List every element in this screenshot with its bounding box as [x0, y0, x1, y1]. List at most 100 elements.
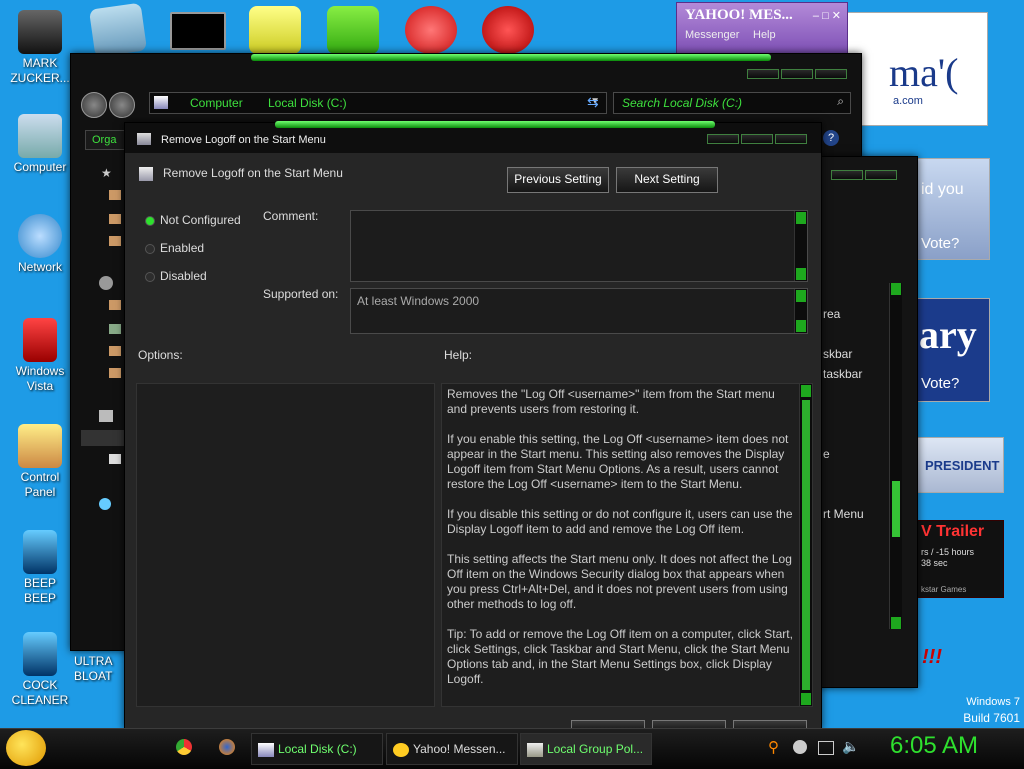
tray-search-icon[interactable]: ⚲	[768, 738, 779, 756]
network-icon	[99, 498, 111, 510]
hillary-ad[interactable]: ary Vote?	[914, 298, 990, 402]
options-panel	[136, 383, 435, 707]
scroll-down-arrow[interactable]	[796, 268, 806, 280]
desktop-icon-control-panel[interactable]: Control Panel	[0, 424, 80, 500]
radio-enabled[interactable]: Enabled	[145, 241, 204, 255]
radio-disabled[interactable]: Disabled	[145, 269, 207, 283]
radio-not-configured[interactable]: Not Configured	[145, 213, 241, 227]
supported-scrollbar[interactable]	[794, 289, 807, 333]
organize-button[interactable]: Orga	[85, 130, 129, 150]
scroll-thumb[interactable]	[802, 400, 810, 690]
obama-ad[interactable]: ma'( a.com	[846, 12, 988, 126]
close-button[interactable]	[865, 170, 897, 180]
bg-dialog-text: taskbar	[823, 367, 863, 381]
ad-text: kstar Games	[921, 585, 967, 594]
help-icon[interactable]: ?	[823, 130, 839, 146]
desktop-icon-label: MARK ZUCKER...	[10, 56, 70, 85]
taskbar-item-local-disk[interactable]: Local Disk (C:)	[251, 733, 383, 765]
folder-icon[interactable]	[249, 6, 301, 54]
background-dialog-window[interactable]: rea skbar taskbar e rt Menu	[812, 156, 918, 688]
help-paragraph: Tip: To add or remove the Log Off item o…	[447, 627, 793, 686]
address-bar[interactable]: Computer Local Disk (C:) ▼	[149, 92, 607, 114]
desktop-icon-beep-beep[interactable]: BEEP BEEP	[0, 530, 80, 606]
scroll-up-arrow[interactable]	[891, 283, 901, 295]
refresh-icon[interactable]: ⇆	[587, 94, 599, 111]
minimize-button[interactable]	[707, 134, 739, 144]
radio-label: Disabled	[160, 269, 207, 283]
network-tray-icon[interactable]	[818, 741, 834, 755]
minimize-button[interactable]	[831, 170, 863, 180]
yahoo-menu-help[interactable]: Help	[753, 29, 776, 41]
breadcrumb-local-disk[interactable]: Local Disk (C:)	[268, 96, 347, 110]
supported-on-value: At least Windows 2000	[357, 294, 480, 308]
bg-dialog-scrollbar[interactable]	[889, 283, 902, 629]
desktop-icon-cock-cleaner[interactable]: COCK CLEANER	[0, 632, 80, 708]
desktop-icon-network[interactable]: Network	[0, 214, 80, 275]
desktop-icon-ultra-bloat[interactable]: ULTRA BLOAT	[74, 654, 128, 684]
p-app-icon[interactable]	[405, 6, 457, 54]
radio-label: Not Configured	[160, 213, 241, 227]
help-scrollbar[interactable]	[799, 384, 812, 706]
comment-scrollbar[interactable]	[794, 211, 807, 281]
bg-dialog-text: e	[823, 447, 830, 461]
back-button[interactable]	[81, 92, 107, 118]
yahoo-menu-messenger[interactable]: Messenger	[685, 29, 739, 41]
maximize-button[interactable]	[781, 69, 813, 79]
taskbar-item-yahoo[interactable]: Yahoo! Messen...	[386, 733, 518, 765]
desktop-icon-label: Control Panel	[20, 470, 60, 499]
help-panel: Removes the "Log Off <username>" item fr…	[441, 383, 813, 707]
tray-status-icon[interactable]	[793, 740, 807, 754]
close-button[interactable]	[815, 69, 847, 79]
did-you-vote-ad[interactable]: id you Vote?	[914, 158, 990, 260]
chrome-icon[interactable]	[176, 739, 192, 755]
president-ad[interactable]: PRESIDENT	[916, 437, 1004, 493]
supported-on-field: At least Windows 2000	[350, 288, 808, 334]
notes-icon[interactable]	[88, 2, 148, 58]
desktop-icon-windows-vista[interactable]: Windows Vista	[0, 318, 80, 394]
dev-cpp-icon[interactable]	[482, 6, 534, 54]
scroll-thumb[interactable]	[892, 481, 900, 537]
next-setting-button[interactable]: Next Setting	[616, 167, 718, 193]
scroll-up-arrow[interactable]	[796, 290, 806, 302]
firefox-icon[interactable]	[219, 739, 235, 755]
yahoo-messenger-window[interactable]: YAHOO! MES... – □ ✕ Messenger Help	[676, 2, 848, 56]
taskbar-item-group-policy[interactable]: Local Group Pol...	[520, 733, 652, 765]
scroll-down-arrow[interactable]	[796, 320, 806, 332]
pig-game-icon[interactable]	[327, 6, 379, 54]
policy-dialog[interactable]: Remove Logoff on the Start Menu Remove L…	[124, 121, 822, 732]
cmd-icon[interactable]	[170, 12, 226, 50]
help-text: Removes the "Log Off <username>" item fr…	[447, 387, 793, 687]
nav-folder-icon	[109, 324, 121, 334]
radio-selected-dot	[145, 215, 155, 226]
dialog-caption-buttons	[705, 133, 807, 147]
ad-text: 38 sec	[921, 558, 948, 568]
desktop-icon-mark-zucker[interactable]: MARK ZUCKER...	[0, 10, 80, 86]
help-label: Help:	[444, 348, 473, 362]
close-button[interactable]	[775, 134, 807, 144]
gta-trailer-ad[interactable]: V Trailer rs / -15 hours 38 sec kstar Ga…	[916, 520, 1004, 598]
control-panel-icon	[18, 424, 62, 468]
minimize-button[interactable]	[747, 69, 779, 79]
scroll-up-arrow[interactable]	[801, 385, 811, 397]
explorer-glow-bar	[251, 54, 771, 61]
computer-icon	[18, 114, 62, 158]
desktop-icon-label: Windows Vista	[15, 364, 65, 393]
breadcrumb-computer[interactable]: Computer	[190, 96, 243, 110]
maximize-button[interactable]	[741, 134, 773, 144]
forward-button[interactable]	[109, 92, 135, 118]
scroll-down-arrow[interactable]	[801, 693, 811, 705]
clock[interactable]: 6:05 AM	[874, 732, 994, 760]
desktop-icon-computer[interactable]: Computer	[0, 114, 80, 175]
start-button[interactable]	[6, 730, 46, 766]
nav-pane: ★	[81, 158, 137, 598]
scroll-down-arrow[interactable]	[891, 617, 901, 629]
search-input[interactable]: Search Local Disk (C:) ⌕	[613, 92, 851, 114]
radio-dot	[145, 271, 155, 282]
comment-textarea[interactable]	[350, 210, 808, 282]
search-icon[interactable]: ⌕	[837, 94, 844, 109]
taskbar-item-label: Local Group Pol...	[547, 742, 644, 756]
volume-icon[interactable]: 🔈	[842, 738, 859, 755]
scroll-up-arrow[interactable]	[796, 212, 806, 224]
previous-setting-button[interactable]: Previous Setting	[507, 167, 609, 193]
windows-build-watermark: Windows 7 Build 7601	[944, 694, 1020, 726]
